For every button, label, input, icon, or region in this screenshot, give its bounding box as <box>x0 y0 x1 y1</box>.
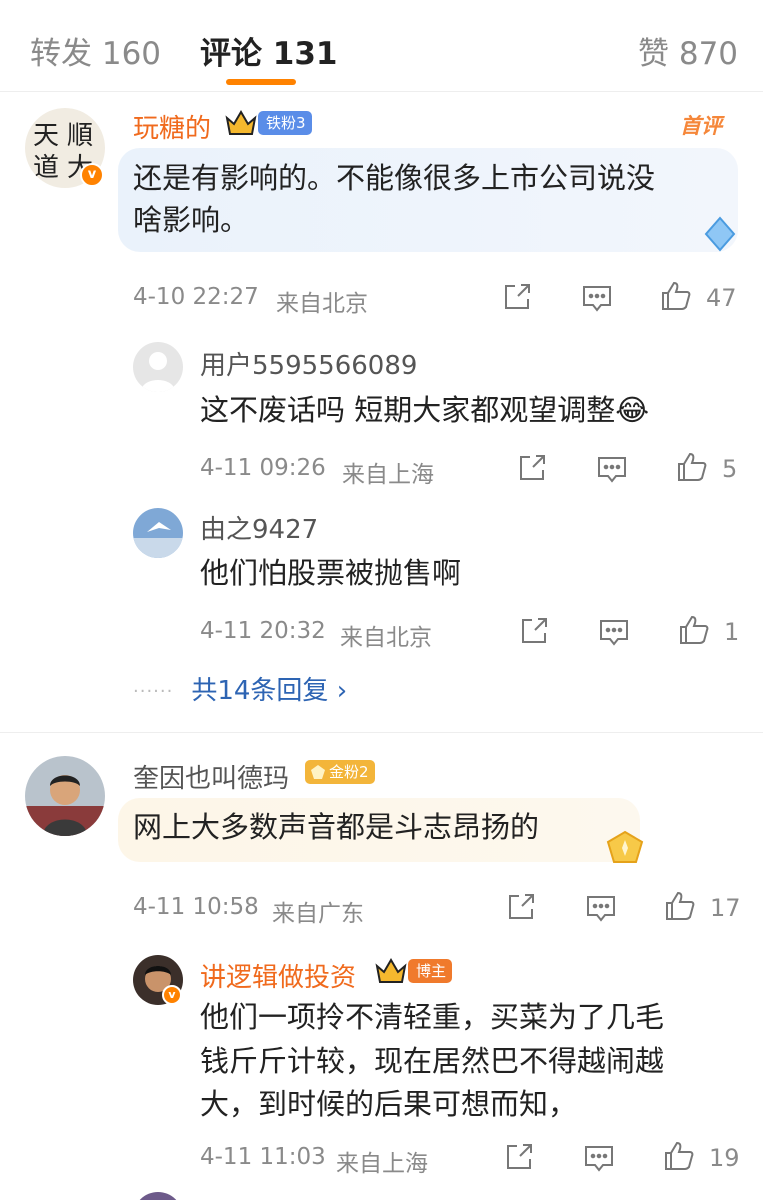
reply-username[interactable]: 讲逻辑做投资 <box>200 957 356 994</box>
svg-text:道: 道 <box>33 153 59 183</box>
reply-text-line-1: 他们一项拎不清轻重，买菜为了几毛 <box>200 1000 665 1034</box>
reply-time: 4-11 09:26 <box>200 455 326 481</box>
like-icon[interactable] <box>660 280 692 312</box>
gem-icon <box>602 828 648 868</box>
crown-icon <box>374 956 408 986</box>
blogger-badge[interactable]: 博主 <box>408 959 453 983</box>
avatar[interactable] <box>133 342 183 392</box>
avatar[interactable] <box>133 508 183 558</box>
reply-text: 这不废话吗 短期大家都观望调整😂 <box>200 393 650 427</box>
comment-time: 4-11 10:58 <box>133 894 259 920</box>
reply-username[interactable]: 用户5595566089 <box>200 345 417 382</box>
comment-icon[interactable] <box>598 616 630 648</box>
comment-icon[interactable] <box>585 892 617 924</box>
reply-text: 他们怕股票被抛售啊 <box>200 556 462 590</box>
reply-location: 来自上海 <box>342 462 434 488</box>
like-count: 5 <box>722 455 738 483</box>
svg-text:順: 順 <box>67 121 93 151</box>
fan-badge[interactable]: 金粉2 <box>305 760 375 784</box>
reply-location: 来自上海 <box>336 1151 428 1177</box>
avatar[interactable] <box>133 1192 183 1200</box>
reply-time: 4-11 20:32 <box>200 618 326 644</box>
gem-icon <box>700 214 740 254</box>
fan-badge[interactable]: 铁粉3 <box>258 111 312 135</box>
more-replies-label: 共14条回复 <box>191 676 329 706</box>
tab-repost[interactable]: 转发 160 <box>30 28 161 73</box>
active-tab-indicator <box>226 79 296 85</box>
reply-username[interactable]: 由之9427 <box>200 509 318 546</box>
tab-likes[interactable]: 赞 870 <box>638 28 738 73</box>
comment-icon[interactable] <box>581 282 613 314</box>
like-count: 1 <box>724 618 740 646</box>
share-icon[interactable] <box>519 616 549 646</box>
divider <box>0 732 763 733</box>
share-icon[interactable] <box>504 1142 534 1172</box>
comment-text-line-1: 还是有影响的。不能像很多上市公司说没 <box>133 161 656 195</box>
like-icon[interactable] <box>678 614 710 646</box>
comment-text-line-2: 啥影响。 <box>133 203 250 237</box>
share-icon[interactable] <box>502 282 532 312</box>
first-comment-tag: 首评 <box>680 114 722 138</box>
chevron-right-icon: › <box>328 676 348 706</box>
avatar[interactable] <box>25 756 105 836</box>
verified-icon: v <box>162 985 182 1005</box>
like-count: 47 <box>706 284 737 312</box>
like-count: 19 <box>709 1144 740 1172</box>
crown-icon <box>224 108 258 138</box>
like-count: 17 <box>710 894 741 922</box>
comment-tabs: 转发 160 评论 131 赞 870 <box>0 0 763 92</box>
comment-icon[interactable] <box>583 1142 615 1174</box>
username[interactable]: 玩糖的 <box>133 108 211 145</box>
like-icon[interactable] <box>663 1140 695 1172</box>
comment-icon[interactable] <box>596 453 628 485</box>
reply-time: 4-11 11:03 <box>200 1144 326 1170</box>
fan-badge-label: 金粉2 <box>329 763 369 781</box>
svg-text:天: 天 <box>33 121 59 151</box>
share-icon[interactable] <box>517 453 547 483</box>
reply-text-line-3: 大，到时候的后果可想而知， <box>200 1087 578 1121</box>
reply-location: 来自北京 <box>340 625 432 651</box>
gem-icon <box>311 765 325 779</box>
tab-comments[interactable]: 评论 131 <box>200 28 338 73</box>
comment-location: 来自北京 <box>276 291 368 317</box>
like-icon[interactable] <box>664 890 696 922</box>
share-icon[interactable] <box>506 892 536 922</box>
verified-icon: v <box>80 163 104 187</box>
reply-text-line-2: 钱斤斤计较，现在居然巴不得越闹越 <box>200 1044 665 1078</box>
username[interactable]: 奎因也叫德玛 <box>133 758 289 795</box>
comment-text: 网上大多数声音都是斗志昂扬的 <box>133 810 540 844</box>
comment-time: 4-10 22:27 <box>133 284 259 310</box>
comment-location: 来自广东 <box>272 901 364 927</box>
ellipsis-icon: ······ <box>133 681 174 702</box>
more-replies-link[interactable]: ······ 共14条回复 › <box>133 670 347 707</box>
like-icon[interactable] <box>676 451 708 483</box>
